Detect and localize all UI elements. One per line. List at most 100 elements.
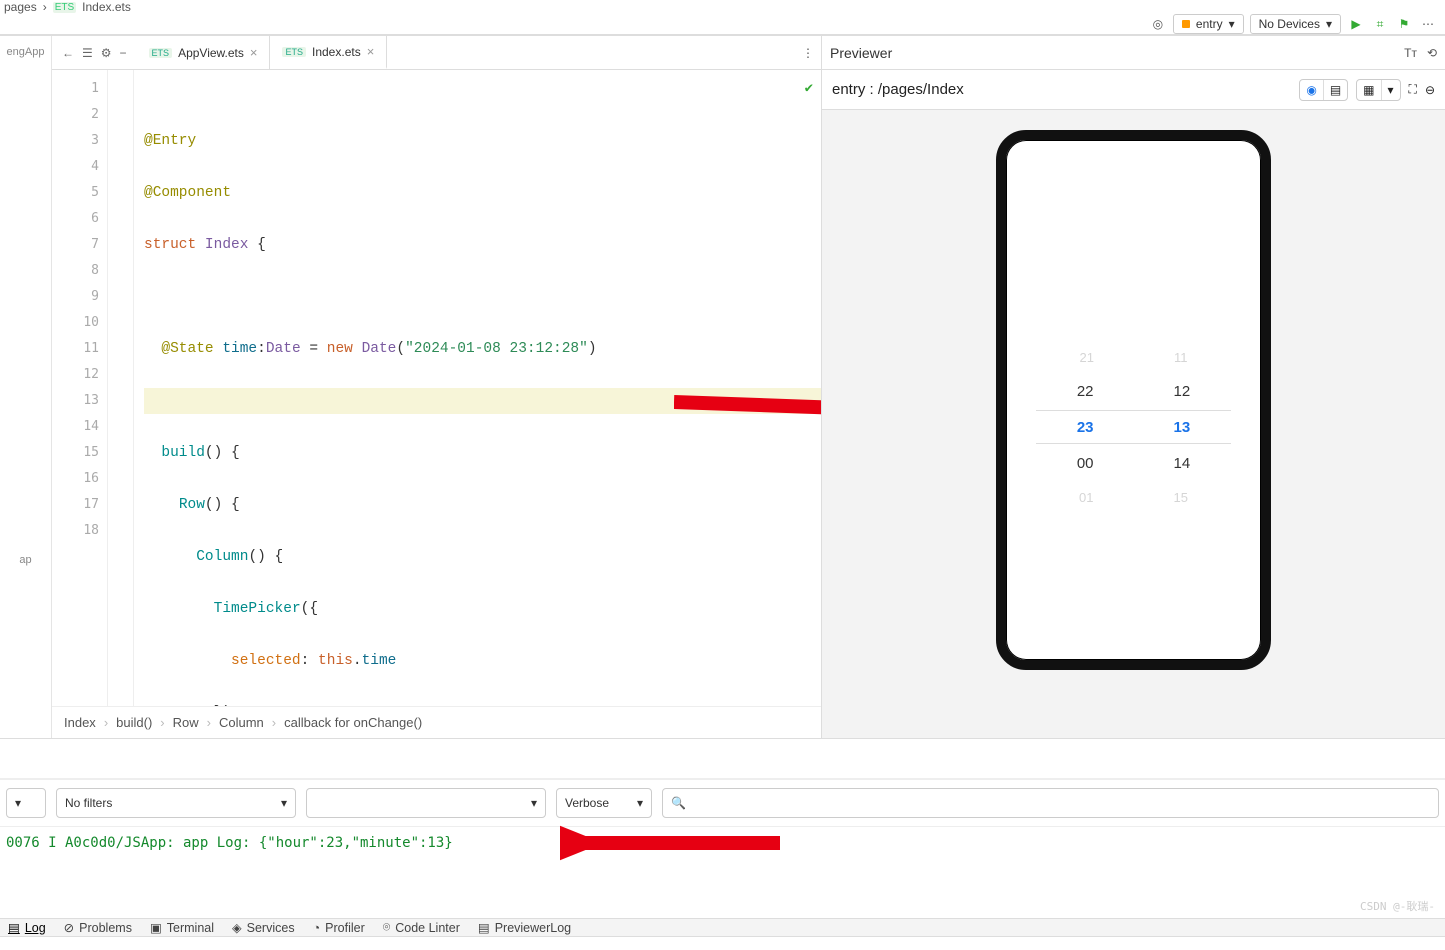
font-icon[interactable]: Tᴛ	[1404, 46, 1417, 60]
gear-icon[interactable]: ⚙	[101, 46, 112, 60]
code-breadcrumb: Index› build()› Row› Column› callback fo…	[52, 706, 821, 738]
project-sidebar: engApp ap	[0, 36, 52, 738]
profiler-icon: ◔	[313, 921, 321, 935]
chevron-down-icon: ▾	[15, 796, 21, 810]
log-controls: ▾ No filters ▾ ▾ Verbose ▾ 🔍	[0, 779, 1445, 827]
crumb-column[interactable]: Column	[219, 715, 264, 730]
device-frame: 2111 2212 2313 0014 0115	[996, 130, 1271, 670]
log-search-field[interactable]	[692, 795, 1430, 810]
file-path-bar: pages › ETS Index.ets	[0, 0, 1445, 14]
linter-icon: ⌾	[383, 920, 391, 935]
filter-label: No filters	[65, 796, 112, 810]
inspect-icon: ◉	[1300, 80, 1323, 100]
log-tag-select[interactable]: ▾	[306, 788, 546, 818]
tab-linter[interactable]: ⌾Code Linter	[383, 920, 460, 935]
inspect-toggle-group[interactable]: ◉▤	[1299, 79, 1348, 101]
previewer-panel: Previewer Tᴛ ⟲ entry : /pages/Index ◉▤ ▦…	[821, 36, 1445, 738]
previewer-subheader: entry : /pages/Index ◉▤ ▦▾ ⛶ ⊖	[822, 70, 1445, 110]
expand-icon[interactable]: ⛶	[1409, 82, 1417, 97]
tab-services[interactable]: ◈Services	[232, 920, 295, 935]
sidebar-item-ap[interactable]: ap	[19, 554, 31, 566]
device-selector[interactable]: No Devices ▾	[1250, 14, 1341, 34]
module-dot-icon	[1182, 20, 1190, 28]
ets-file-icon: ETS	[282, 47, 306, 57]
tab-previewer-log[interactable]: ▤PreviewerLog	[478, 920, 571, 935]
chevron-right-icon: ›	[43, 0, 47, 14]
fold-column[interactable]	[108, 70, 134, 706]
tab-profiler[interactable]: ◔Profiler	[313, 921, 365, 935]
ets-file-icon: ETS	[149, 48, 173, 58]
path-seg-file[interactable]: Index.ets	[82, 0, 131, 14]
code-editor[interactable]: ✔ @Entry @Component struct Index { @Stat…	[134, 70, 821, 706]
zoom-out-icon[interactable]: ⊖	[1425, 83, 1435, 97]
top-toolbar: ◎ entry ▾ No Devices ▾ ▶ ⌗ ⚑ ⋯	[0, 14, 1445, 35]
tab-label: Index.ets	[312, 45, 361, 59]
refresh-icon[interactable]: ⟲	[1427, 46, 1437, 60]
status-bar	[0, 936, 1445, 950]
chevron-down-icon: ▾	[1229, 17, 1235, 31]
annotation-arrow-left	[560, 825, 790, 865]
crumb-row[interactable]: Row	[173, 715, 199, 730]
debug-icon[interactable]: ⌗	[1371, 14, 1389, 34]
crumb-build[interactable]: build()	[116, 715, 152, 730]
ets-file-icon: ETS	[53, 2, 76, 13]
sidebar-item-engapp[interactable]: engApp	[7, 46, 45, 58]
bottom-toolbar: ▤Log ⊘Problems ▣Terminal ◈Services ◔Prof…	[0, 918, 1445, 936]
chevron-down-icon: ▾	[531, 796, 537, 810]
chevron-down-icon: ▾	[1326, 17, 1332, 31]
layout-toggle-group[interactable]: ▦▾	[1356, 79, 1400, 101]
log-source-select[interactable]: ▾	[6, 788, 46, 818]
coverage-icon[interactable]: ⚑	[1395, 14, 1413, 34]
services-icon: ◈	[232, 920, 242, 935]
level-label: Verbose	[565, 796, 609, 810]
log-output[interactable]: 0076 I A0c0d0/JSApp: app Log: {"hour":23…	[0, 827, 1445, 918]
watermark: CSDN @-耿瑞-	[1360, 898, 1435, 914]
run-icon[interactable]: ▶	[1347, 14, 1365, 34]
search-icon: 🔍	[671, 796, 686, 810]
checkmark-icon: ✔	[805, 76, 813, 102]
module-selector[interactable]: entry ▾	[1173, 14, 1244, 34]
previewer-path: entry : /pages/Index	[832, 81, 964, 98]
tab-index[interactable]: ETS Index.ets ×	[270, 36, 387, 69]
editor-tabs: ETS AppView.ets × ETS Index.ets ×	[137, 36, 388, 69]
path-seg-pages[interactable]: pages	[4, 0, 37, 14]
warning-icon: ⊘	[64, 920, 74, 935]
target-icon[interactable]: ◎	[1149, 14, 1167, 34]
editor-panel: ← ☰ ⚙ − ETS AppView.ets × ETS Index.ets …	[52, 36, 821, 738]
more-icon[interactable]: ⋯	[1419, 14, 1437, 34]
previewer-header: Previewer Tᴛ ⟲	[822, 36, 1445, 70]
tab-log[interactable]: ▤Log	[8, 920, 46, 935]
previewer-title: Previewer	[830, 45, 892, 61]
device-label: No Devices	[1259, 17, 1320, 31]
tab-terminal[interactable]: ▣Terminal	[150, 920, 214, 935]
more-icon[interactable]: ⋮	[803, 43, 821, 63]
editor-body: 123 456 789 101112 131415 161718 ✔ @Entr…	[52, 70, 821, 706]
line-gutter: 123 456 789 101112 131415 161718	[52, 70, 108, 706]
main-area: engApp ap ← ☰ ⚙ − ETS AppView.ets × ETS …	[0, 35, 1445, 738]
chevron-down-icon: ▾	[1382, 80, 1400, 100]
tab-problems[interactable]: ⊘Problems	[64, 920, 132, 935]
back-icon[interactable]: ←	[62, 46, 74, 60]
close-icon[interactable]: ×	[250, 45, 258, 60]
log-icon: ▤	[8, 920, 20, 935]
log-filter-select[interactable]: No filters ▾	[56, 788, 296, 818]
terminal-icon: ▣	[150, 920, 162, 935]
tab-label: AppView.ets	[178, 46, 244, 60]
previewer-canvas: 2111 2212 2313 0014 0115	[822, 110, 1445, 738]
chevron-down-icon: ▾	[281, 796, 287, 810]
close-icon[interactable]: ×	[367, 44, 375, 59]
log-search-input[interactable]: 🔍	[662, 788, 1439, 818]
crumb-index[interactable]: Index	[64, 715, 96, 730]
chevron-down-icon: ▾	[637, 796, 643, 810]
layers-icon: ▤	[1324, 80, 1347, 100]
log-line: 0076 I A0c0d0/JSApp: app Log: {"hour":23…	[6, 835, 453, 851]
tree-icon[interactable]: ☰	[82, 46, 93, 60]
log-level-select[interactable]: Verbose ▾	[556, 788, 652, 818]
tab-appview[interactable]: ETS AppView.ets ×	[137, 36, 271, 69]
log-panel: ▾ No filters ▾ ▾ Verbose ▾ 🔍 0076 I A0c0…	[0, 738, 1445, 918]
module-label: entry	[1196, 17, 1223, 31]
crumb-callback[interactable]: callback for onChange()	[284, 715, 422, 730]
time-picker[interactable]: 2111 2212 2313 0014 0115	[1006, 340, 1261, 514]
minus-icon[interactable]: −	[120, 46, 127, 60]
grid-icon: ▦	[1357, 80, 1381, 100]
